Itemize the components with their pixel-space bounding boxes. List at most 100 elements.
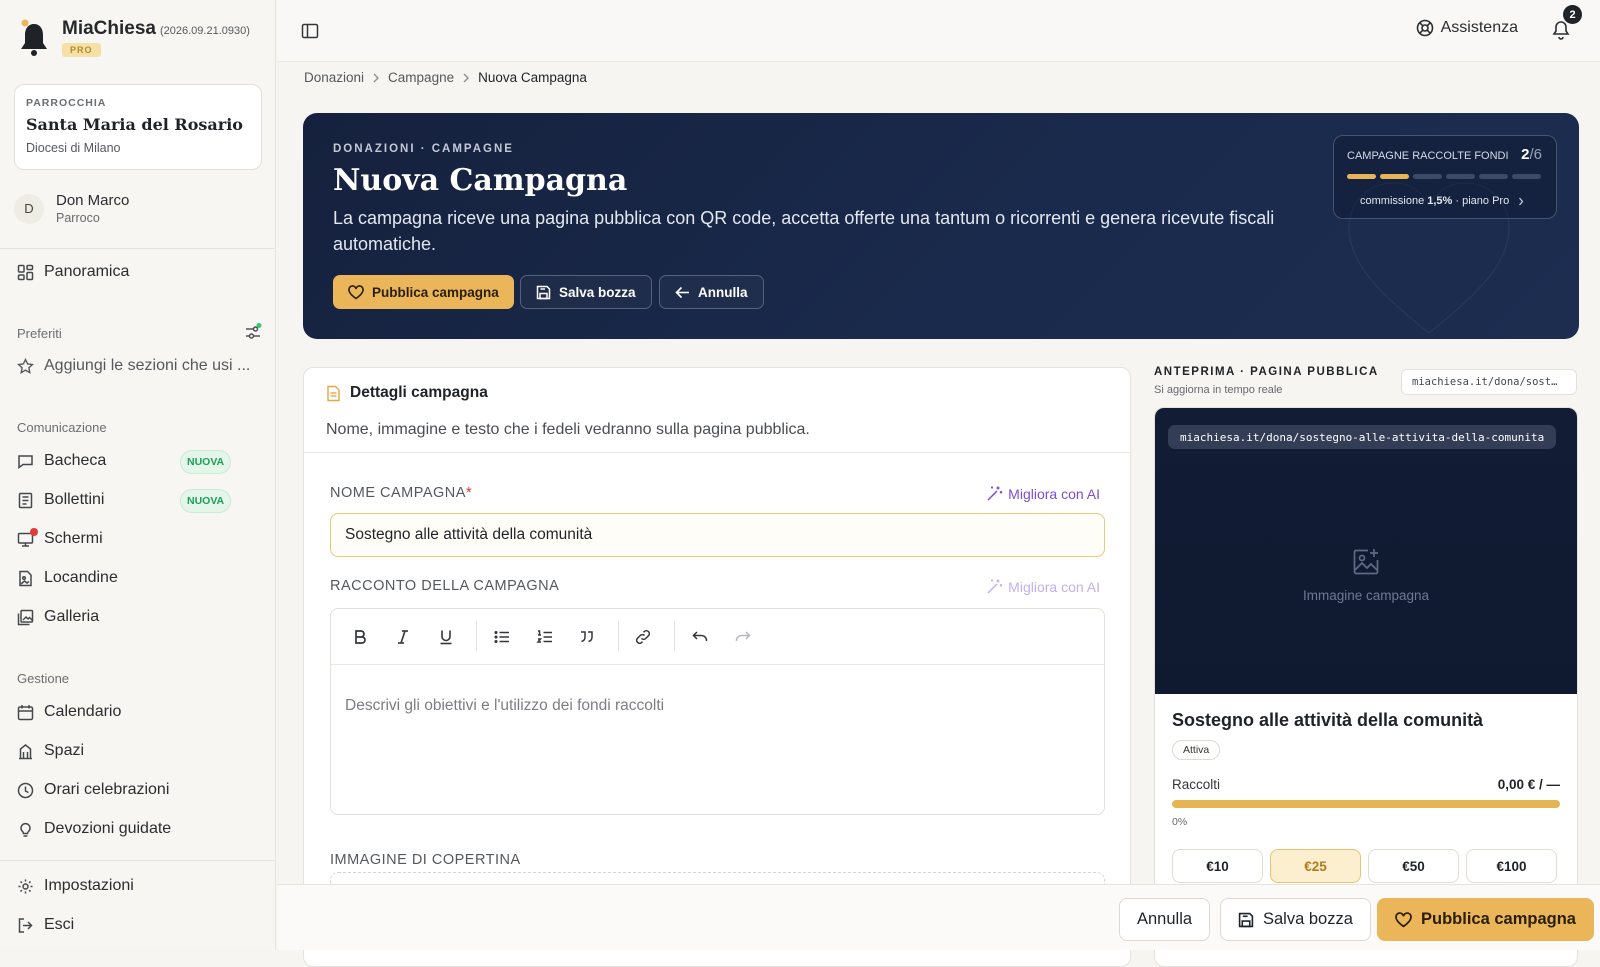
undo-icon[interactable] (691, 628, 709, 646)
divider (304, 452, 1130, 453)
quota-segment (1446, 174, 1475, 179)
sidebar-item-label: Spazi (44, 742, 85, 759)
image-add-icon (1351, 547, 1381, 577)
campaign-quota-card[interactable]: CAMPAGNE RACCOLTE FONDI 2/6 commissione … (1333, 135, 1557, 219)
divider (0, 860, 276, 861)
sidebar-item-bacheca[interactable]: Bacheca (17, 452, 106, 470)
preview-url-chip[interactable]: miachiesa.it/dona/sost… (1401, 369, 1577, 395)
raised-progress-bar (1172, 800, 1560, 808)
name-field-label: NOME CAMPAGNA* (330, 485, 472, 501)
hero-kicker: DONAZIONI · CAMPAGNE (333, 143, 514, 155)
sidebar-item-orari-celebrazioni[interactable]: Orari celebrazioni (17, 781, 169, 799)
newspaper-icon (17, 492, 34, 509)
amount-option-100[interactable]: €100 (1466, 849, 1557, 883)
alert-dot (30, 527, 38, 536)
toolbar-divider (618, 621, 619, 651)
status-badge: Attiva (1172, 740, 1221, 760)
grid-icon (17, 264, 34, 281)
help-label: Assistenza (1440, 19, 1518, 36)
add-favorites-item[interactable]: Aggiungi le sezioni che usi ... (17, 357, 250, 375)
breadcrumb-current: Nuova Campagna (478, 70, 587, 85)
sidebar-item-label: Orari celebrazioni (44, 781, 170, 798)
user-role: Parroco (56, 211, 100, 225)
breadcrumb-item[interactable]: Campagne (388, 70, 454, 85)
cover-image-label: IMMAGINE DI COPERTINA (330, 852, 521, 868)
sidebar-item-locandine[interactable]: Locandine (17, 569, 118, 587)
sidebar-item-schermi[interactable]: Schermi (17, 527, 103, 548)
user-name: Don Marco (56, 192, 130, 209)
brand[interactable]: MiaChiesa (2026.09.21.0930) PRO (16, 18, 250, 60)
campaign-name-input[interactable]: Sostegno alle attività della comunità (330, 513, 1105, 557)
sidebar-item-panoramica[interactable]: Panoramica (17, 263, 129, 281)
bold-icon[interactable] (351, 628, 369, 646)
lifebuoy-icon (1416, 19, 1434, 37)
sidebar-item-spazi[interactable]: Spazi (17, 742, 84, 760)
chevron-right-icon (462, 73, 470, 83)
save-draft-button[interactable]: Salva bozza (520, 275, 652, 309)
sidebar-item-label: Locandine (44, 569, 118, 586)
app-name: MiaChiesa (62, 18, 156, 39)
field-label-text: NOME CAMPAGNA (330, 485, 466, 501)
star-icon (17, 357, 34, 375)
footer-publish-button[interactable]: Pubblica campagna (1377, 898, 1594, 941)
help-button[interactable]: Assistenza (1416, 19, 1518, 37)
link-icon[interactable] (634, 628, 652, 646)
new-badge: NUOVA (180, 489, 232, 513)
amount-option-25[interactable]: €25 (1270, 849, 1361, 883)
favorites-title: Preferiti (17, 326, 62, 341)
cancel-button[interactable]: Annulla (659, 275, 764, 309)
topbar: Assistenza 2 (277, 0, 1600, 62)
sidebar-item-galleria[interactable]: Galleria (17, 608, 99, 626)
bottom-action-bar: Annulla Salva bozza Pubblica campagna (277, 884, 1600, 950)
preview-campaign-title: Sostegno alle attività della comunità (1172, 710, 1484, 730)
hero-description: La campagna riceve una pagina pubblica c… (333, 208, 1275, 254)
italic-icon[interactable] (394, 628, 412, 646)
quota-label: CAMPAGNE RACCOLTE FONDI (1347, 150, 1509, 162)
campaign-details-card: Dettagli campagna Nome, immagine e testo… (303, 367, 1131, 967)
sidebar-item-label: Devozioni guidate (44, 820, 172, 837)
required-mark: * (465, 485, 473, 501)
parish-card[interactable]: PARROCCHIA Santa Maria del Rosario Dioce… (14, 84, 262, 170)
bullet-list-icon[interactable] (493, 628, 511, 646)
sidebar-item-label: Impostazioni (44, 877, 134, 894)
sidebar-item-calendario[interactable]: Calendario (17, 703, 121, 721)
improve-story-ai-button[interactable]: Migliora con AI (986, 578, 1100, 595)
lightbulb-icon (17, 821, 34, 838)
customize-favorites-icon[interactable] (244, 323, 262, 341)
footer-save-draft-button[interactable]: Salva bozza (1220, 898, 1371, 941)
message-icon (17, 453, 34, 470)
commission-prefix: commissione (1360, 195, 1428, 207)
button-label: Pubblica campagna (1421, 910, 1576, 928)
parish-diocese: Diocesi di Milano (26, 141, 121, 155)
sidebar-item-label: Schermi (44, 530, 103, 547)
amount-option-50[interactable]: €50 (1368, 849, 1459, 883)
logout-icon (17, 917, 34, 934)
new-badge: NUOVA (180, 450, 232, 474)
ai-button-label: Migliora con AI (1008, 578, 1100, 595)
footer-cancel-button[interactable]: Annulla (1119, 898, 1211, 941)
story-rich-text-editor[interactable]: Descrivi gli obiettivi e l'utilizzo dei … (330, 608, 1105, 815)
sidebar-item-label: Aggiungi le sezioni che usi ... (44, 357, 251, 374)
document-icon (326, 385, 341, 402)
underline-icon[interactable] (437, 628, 455, 646)
preview-full-url: miachiesa.it/dona/sostegno-alle-attivita… (1168, 425, 1557, 449)
amount-option-10[interactable]: €10 (1172, 849, 1263, 883)
card-subtitle: Nome, immagine e testo che i fedeli vedr… (326, 421, 810, 438)
improve-name-ai-button[interactable]: Migliora con AI (986, 485, 1100, 502)
numbered-list-icon[interactable] (536, 628, 554, 646)
quote-icon[interactable] (578, 628, 596, 646)
publish-campaign-button[interactable]: Pubblica campagna (333, 275, 514, 309)
sidebar-toggle-icon[interactable] (301, 22, 319, 40)
quota-progress (1347, 174, 1541, 179)
sidebar-item-impostazioni[interactable]: Impostazioni (17, 877, 134, 895)
sidebar-item-bollettini[interactable]: Bollettini (17, 491, 104, 509)
sidebar-item-esci[interactable]: Esci (17, 916, 74, 934)
redo-icon[interactable] (734, 628, 752, 646)
sidebar-item-label: Calendario (44, 703, 122, 720)
file-image-icon (17, 570, 34, 587)
save-icon (536, 285, 551, 300)
magic-wand-icon (986, 578, 1003, 595)
user-profile[interactable]: D Don Marco Parroco (14, 192, 129, 225)
breadcrumb-item[interactable]: Donazioni (304, 70, 364, 85)
sidebar-item-devozioni-guidate[interactable]: Devozioni guidate (17, 820, 171, 838)
